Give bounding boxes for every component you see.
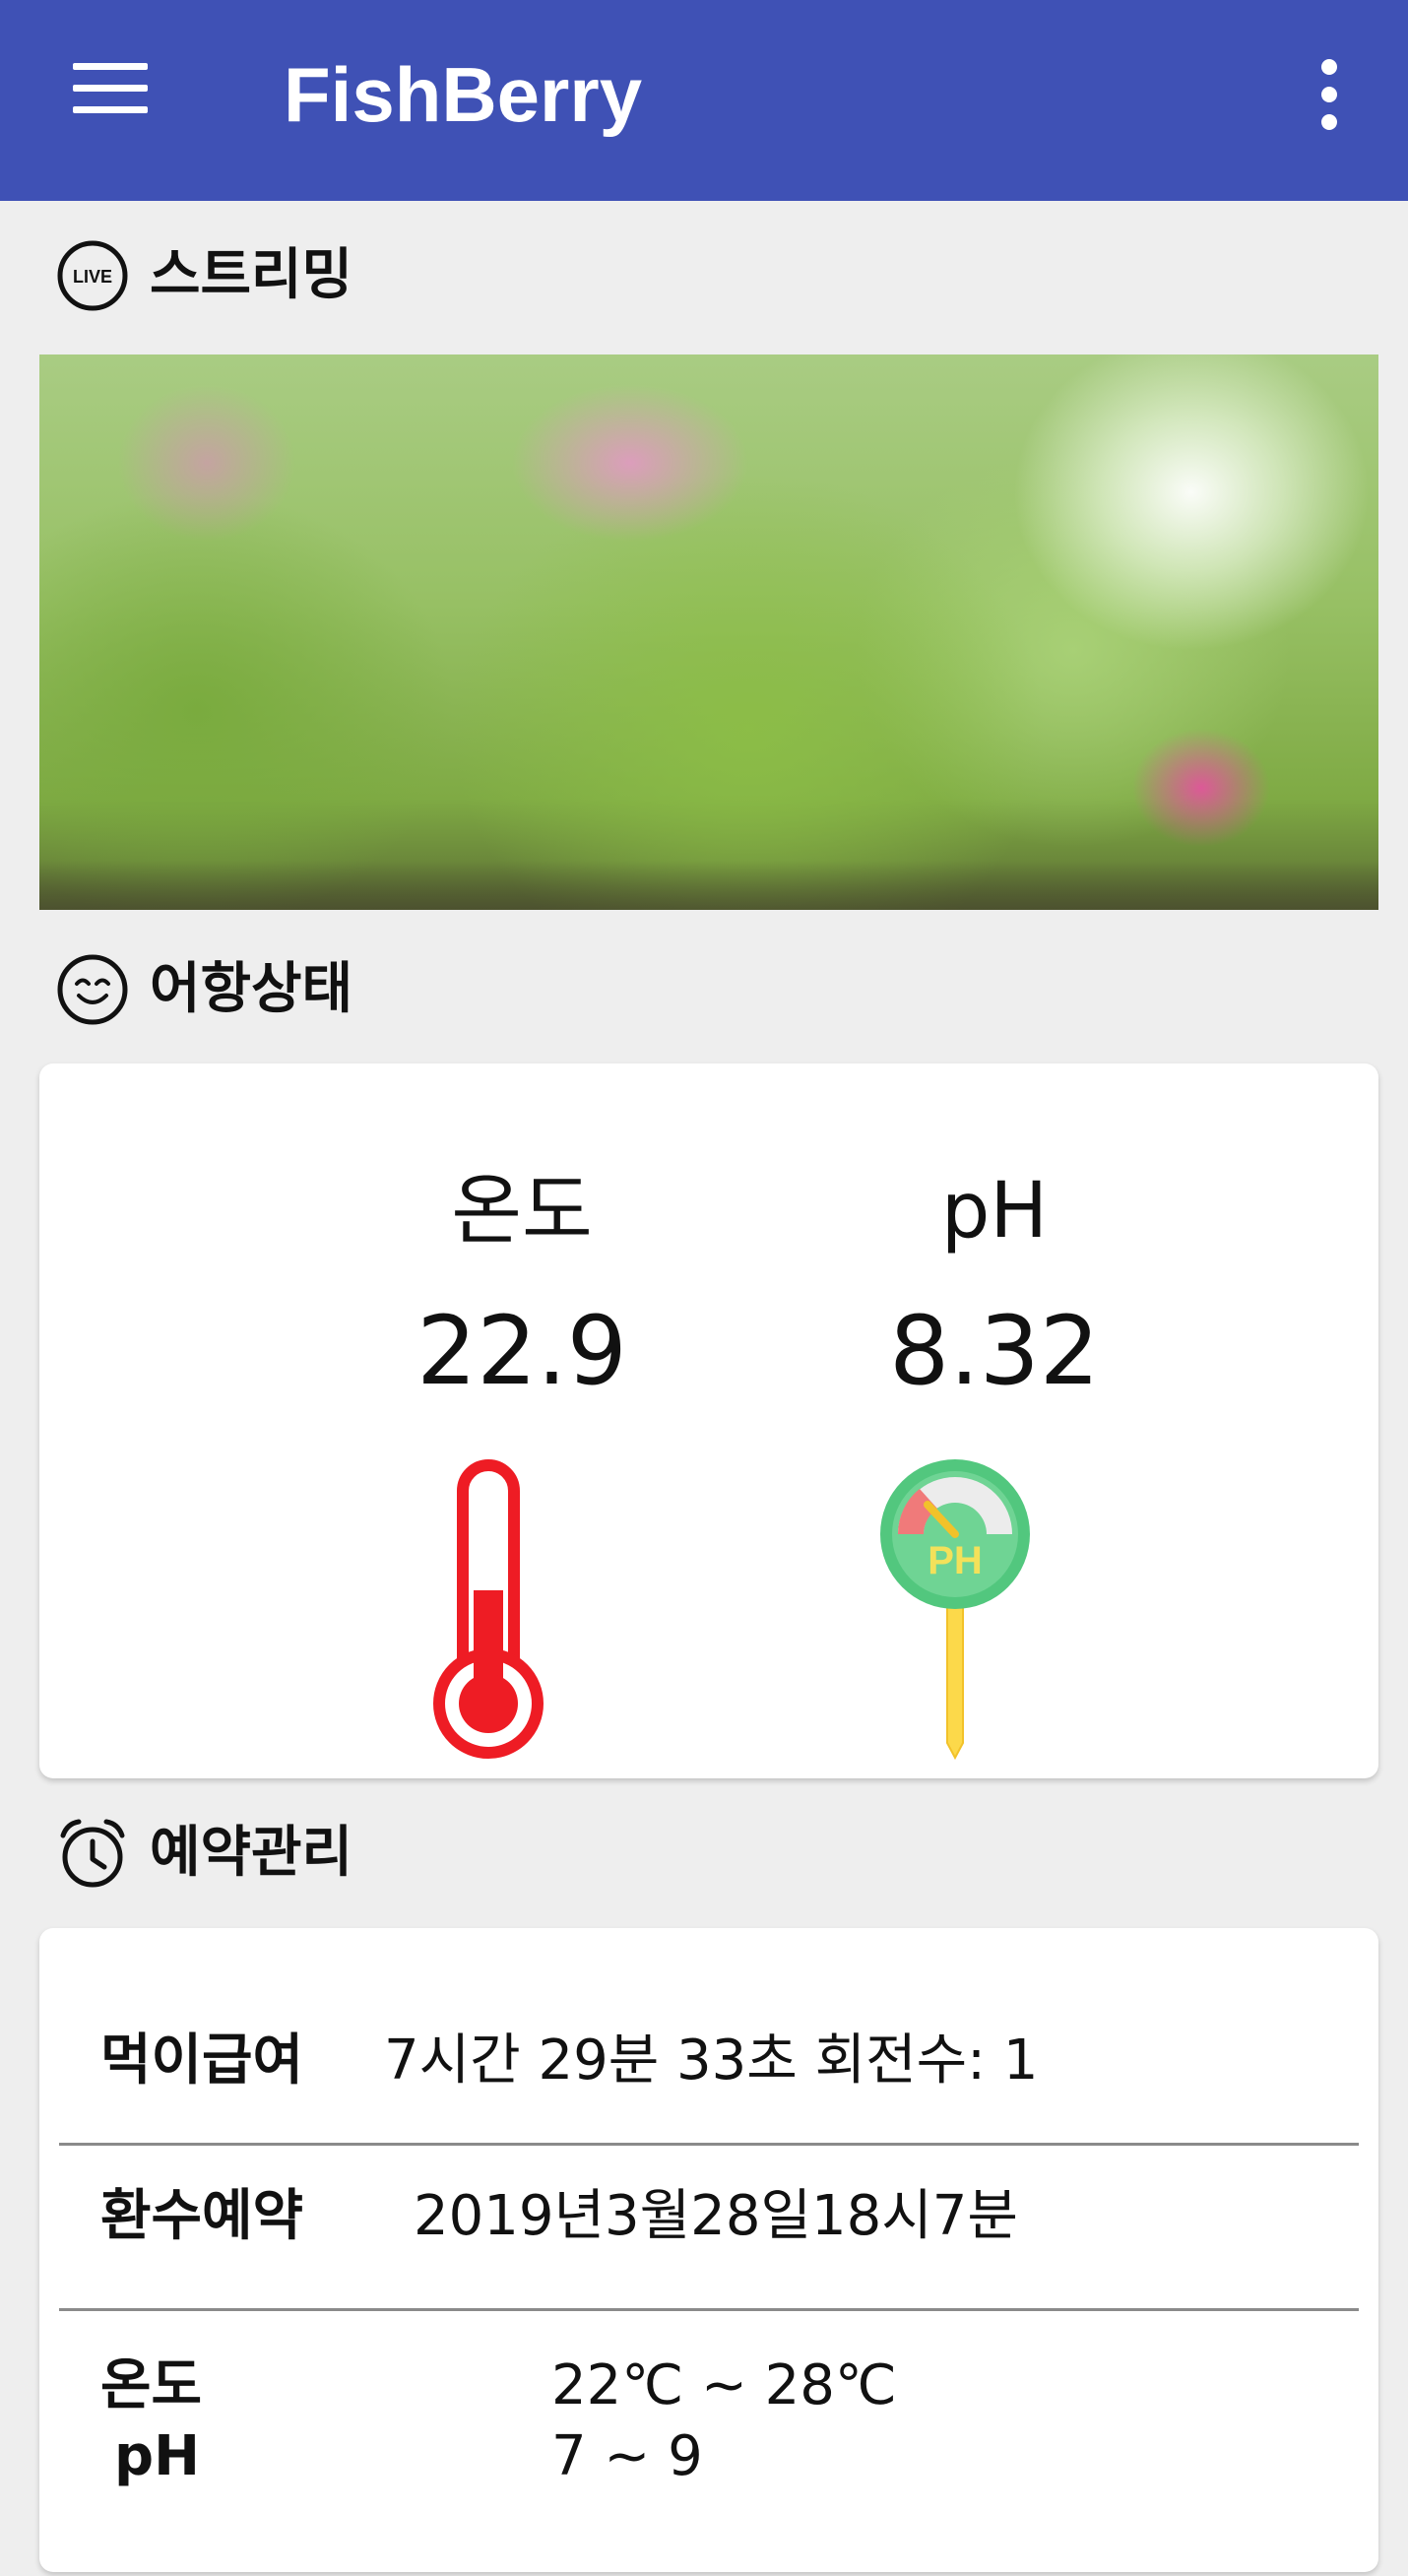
divider	[59, 2308, 1359, 2311]
water-change-value: 2019년3월28일18시7분	[414, 2184, 1018, 2248]
schedule-label: 예약관리	[150, 1821, 353, 1885]
feeding-row[interactable]: 먹이급여 7시간 29분 33초 회전수: 1	[100, 2027, 1359, 2095]
ph-value: 8.32	[889, 1296, 1100, 1406]
more-vert-icon[interactable]	[1300, 51, 1359, 150]
app-title: FishBerry	[284, 51, 643, 138]
alarm-clock-icon	[60, 1819, 125, 1888]
temp-range-label: 온도	[100, 2353, 203, 2417]
ph-range-row[interactable]: pH 7 ~ 9	[100, 2422, 1359, 2491]
temp-range-row[interactable]: 온도 22℃ ~ 28℃	[100, 2351, 1359, 2420]
status-label: 어항상태	[150, 957, 353, 1021]
schedule-section-header: 예약관리	[55, 1814, 352, 1893]
ph-meter-text: PH	[928, 1539, 983, 1582]
ph-metric: pH 8.32	[798, 1162, 1191, 1410]
temperature-value: 22.9	[416, 1296, 627, 1406]
app-bar: FishBerry	[0, 0, 1408, 201]
ph-label: pH	[940, 1167, 1049, 1256]
streaming-section-header: LIVE 스트리밍	[55, 236, 352, 315]
status-section-header: 어항상태	[55, 950, 352, 1029]
temp-range-value: 22℃ ~ 28℃	[551, 2353, 897, 2417]
live-badge-text: LIVE	[73, 267, 112, 287]
live-stream-video[interactable]	[39, 354, 1378, 910]
thermometer-icon	[433, 1459, 544, 1759]
feeding-value: 7시간 29분 33초 회전수: 1	[384, 2029, 1039, 2093]
ph-range-label: pH	[114, 2424, 200, 2488]
hamburger-menu-icon[interactable]	[59, 51, 158, 150]
water-change-row[interactable]: 환수예약 2019년3월28일18시7분	[100, 2182, 1359, 2251]
smiley-icon	[57, 954, 128, 1025]
temperature-label: 온도	[451, 1167, 593, 1256]
water-change-label: 환수예약	[100, 2184, 304, 2248]
schedule-card: 먹이급여 7시간 29분 33초 회전수: 1 환수예약 2019년3월28일1…	[39, 1928, 1378, 2572]
feeding-label: 먹이급여	[100, 2029, 304, 2093]
divider	[59, 2143, 1359, 2146]
tank-status-card: 온도 22.9 pH 8.32 PH	[39, 1063, 1378, 1778]
ph-range-value: 7 ~ 9	[551, 2424, 703, 2488]
temperature-metric: 온도 22.9	[325, 1162, 719, 1410]
ph-meter-icon: PH	[880, 1459, 1030, 1761]
streaming-label: 스트리밍	[150, 243, 353, 307]
live-icon: LIVE	[57, 240, 128, 311]
